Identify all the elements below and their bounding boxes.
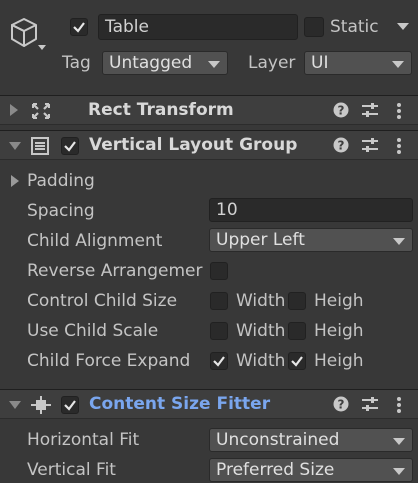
vertical-fit-label: Vertical Fit bbox=[27, 460, 116, 480]
vertical-layout-group-title: Vertical Layout Group bbox=[89, 135, 298, 155]
help-icon[interactable]: ? bbox=[333, 102, 349, 122]
kebab-menu-icon[interactable] bbox=[396, 137, 402, 159]
svg-text:?: ? bbox=[338, 139, 345, 153]
gameobject-active-checkbox[interactable] bbox=[70, 18, 88, 36]
rect-transform-title: Rect Transform bbox=[88, 100, 234, 120]
vertical-layout-group-header[interactable]: Vertical Layout Group ? bbox=[0, 130, 418, 160]
content-size-fitter-enabled-checkbox[interactable] bbox=[61, 396, 79, 414]
child-force-expand-label: Child Force Expand bbox=[27, 351, 191, 371]
foldout-expanded-icon[interactable] bbox=[9, 401, 21, 409]
content-size-fitter-icon bbox=[31, 396, 51, 418]
reverse-arrangement-label: Reverse Arrangemer bbox=[27, 261, 203, 281]
use-child-scale-height-checkbox[interactable] bbox=[288, 322, 306, 340]
gameobject-name-field[interactable]: Table bbox=[98, 14, 298, 40]
static-label: Static bbox=[330, 17, 379, 37]
rect-transform-icon bbox=[31, 102, 51, 124]
child-alignment-value: Upper Left bbox=[216, 230, 305, 250]
foldout-expanded-icon[interactable] bbox=[9, 142, 21, 150]
horizontal-fit-dropdown[interactable]: Unconstrained bbox=[209, 428, 413, 452]
control-child-size-width-checkbox[interactable] bbox=[210, 292, 228, 310]
static-checkbox[interactable] bbox=[304, 17, 324, 37]
svg-text:?: ? bbox=[338, 398, 345, 412]
layer-label: Layer bbox=[248, 53, 296, 73]
child-force-expand-height-checkbox[interactable] bbox=[288, 352, 306, 370]
height-label: Heigh bbox=[314, 291, 364, 311]
use-child-scale-label: Use Child Scale bbox=[27, 321, 159, 341]
kebab-menu-icon[interactable] bbox=[396, 102, 402, 124]
child-alignment-label: Child Alignment bbox=[27, 231, 163, 251]
spacing-field[interactable]: 10 bbox=[209, 198, 413, 222]
width-label: Width bbox=[236, 291, 286, 311]
tag-dropdown-value: Untagged bbox=[109, 53, 193, 73]
presets-icon[interactable] bbox=[361, 396, 379, 416]
reverse-arrangement-checkbox[interactable] bbox=[210, 262, 228, 280]
horizontal-fit-label: Horizontal Fit bbox=[27, 430, 140, 450]
chevron-down-icon bbox=[393, 238, 405, 245]
child-force-expand-width-checkbox[interactable] bbox=[210, 352, 228, 370]
cube-icon[interactable] bbox=[8, 14, 48, 60]
vertical-layout-icon bbox=[31, 137, 49, 159]
layer-dropdown[interactable]: UI bbox=[304, 51, 412, 75]
rect-transform-header[interactable]: Rect Transform ? bbox=[0, 95, 418, 125]
padding-label[interactable]: Padding bbox=[27, 171, 95, 191]
chevron-down-icon bbox=[393, 438, 405, 445]
layer-dropdown-value: UI bbox=[311, 53, 329, 73]
spacing-label: Spacing bbox=[27, 201, 95, 221]
tag-label: Tag bbox=[62, 53, 91, 73]
help-icon[interactable]: ? bbox=[333, 137, 349, 157]
use-child-scale-width-checkbox[interactable] bbox=[210, 322, 228, 340]
height-label: Heigh bbox=[314, 321, 364, 341]
kebab-menu-icon[interactable] bbox=[396, 396, 402, 418]
padding-foldout-icon[interactable] bbox=[11, 175, 19, 187]
height-label: Heigh bbox=[314, 351, 364, 371]
vertical-layout-group-enabled-checkbox[interactable] bbox=[61, 137, 79, 155]
tag-dropdown[interactable]: Untagged bbox=[102, 51, 228, 75]
horizontal-fit-value: Unconstrained bbox=[216, 430, 340, 450]
svg-text:?: ? bbox=[338, 104, 345, 118]
child-alignment-dropdown[interactable]: Upper Left bbox=[209, 228, 413, 252]
vertical-fit-dropdown[interactable]: Preferred Size bbox=[209, 458, 413, 482]
content-size-fitter-title: Content Size Fitter bbox=[89, 394, 271, 414]
chevron-down-icon bbox=[208, 61, 220, 68]
control-child-size-height-checkbox[interactable] bbox=[288, 292, 306, 310]
width-label: Width bbox=[236, 321, 286, 341]
presets-icon[interactable] bbox=[361, 102, 379, 122]
foldout-collapsed-icon[interactable] bbox=[10, 104, 18, 116]
chevron-down-icon bbox=[392, 61, 404, 68]
width-label: Width bbox=[236, 351, 286, 371]
chevron-down-icon bbox=[393, 468, 405, 475]
vertical-fit-value: Preferred Size bbox=[216, 460, 335, 480]
content-size-fitter-header[interactable]: Content Size Fitter ? bbox=[0, 389, 418, 419]
presets-icon[interactable] bbox=[361, 137, 379, 157]
static-dropdown-caret-icon[interactable] bbox=[397, 23, 409, 30]
help-icon[interactable]: ? bbox=[333, 396, 349, 416]
control-child-size-label: Control Child Size bbox=[27, 291, 178, 311]
